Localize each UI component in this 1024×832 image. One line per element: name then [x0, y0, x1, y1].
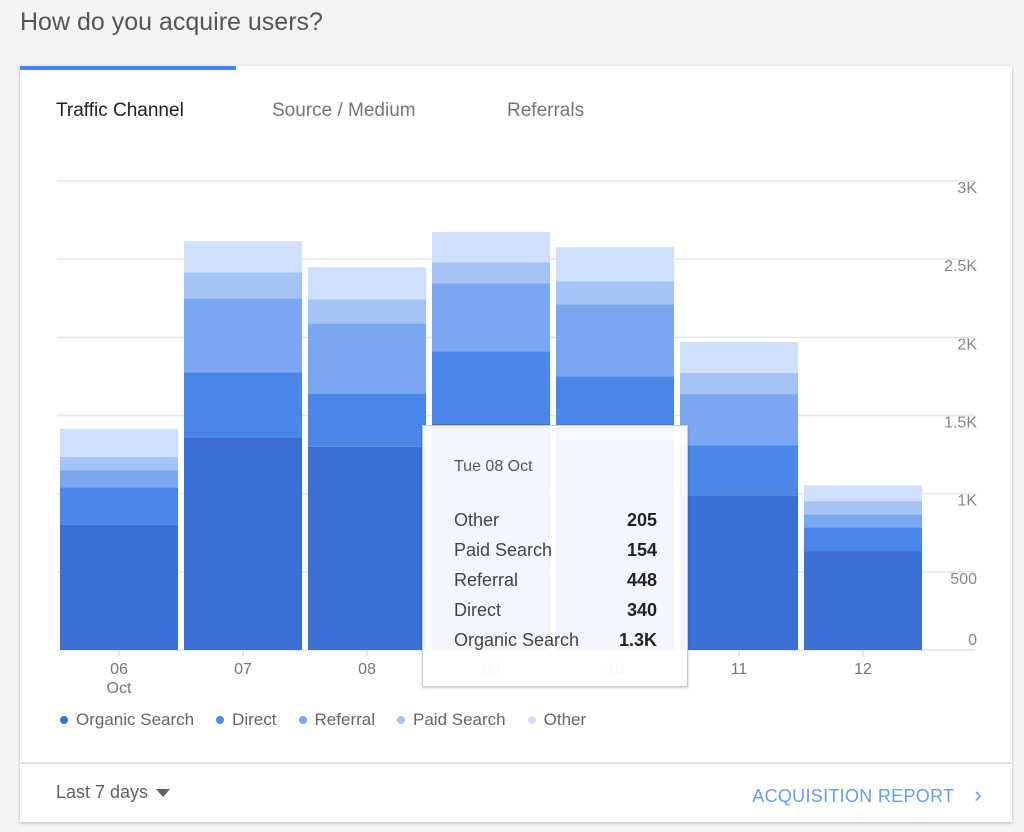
tooltip-value: 340 [626, 600, 657, 620]
chart-legend: Organic Search Direct Referral Paid Search O… [60, 710, 586, 730]
tooltip-label: Paid Search [454, 540, 553, 560]
tooltip-value: 1.3K [618, 630, 657, 650]
bar-segment-other [804, 485, 922, 502]
report-link-label: ACQUISITION REPORT [752, 786, 955, 806]
bar-segment-referral [804, 514, 922, 528]
date-range-label: Last 7 days [56, 782, 149, 802]
legend-dot-icon [298, 716, 307, 724]
legend-item[interactable]: Paid Search [397, 710, 506, 730]
bar-segment-direct [804, 527, 922, 552]
tooltip-label: Direct [454, 600, 502, 620]
bar-segment-referral [60, 470, 178, 488]
y-tick-label: 3K [957, 180, 977, 197]
bar-segment-other [308, 267, 426, 300]
bar-segment-paid-search [432, 262, 550, 284]
legend-label: Paid Search [413, 710, 506, 729]
bar-segment-organic-search [184, 437, 302, 650]
acquisition-card: Traffic Channel Source / Medium Referral… [20, 66, 1012, 822]
bar-segment-paid-search [804, 501, 922, 515]
tooltip-label: Other [454, 510, 500, 530]
legend-dot-icon [527, 716, 536, 724]
bar-segment-organic-search [804, 551, 922, 650]
legend-label: Other [543, 710, 587, 729]
bar-segment-direct [432, 351, 550, 424]
bar-segment-other [432, 232, 550, 263]
y-tick-label: 0 [968, 632, 977, 649]
tooltip-label: Organic Search [454, 630, 580, 650]
legend-label: Referral [314, 710, 375, 729]
page-title: How do you acquire users? [20, 8, 323, 36]
tooltip-row: Direct 340 [454, 600, 657, 621]
acquisition-report-link[interactable]: ACQUISITION REPORT › [752, 782, 982, 808]
tooltip-label: Referral [454, 570, 519, 590]
bar-segment-other [680, 342, 798, 373]
bar-segment-referral [556, 304, 674, 377]
y-tick-label: 1.5K [944, 415, 977, 432]
x-tick-label: 06 [110, 661, 128, 678]
date-range-dropdown[interactable]: Last 7 days [56, 782, 171, 803]
x-tick-label: 07 [234, 661, 252, 678]
bar-segment-paid-search [60, 456, 178, 471]
legend-label: Direct [232, 710, 277, 729]
x-tick-label: 08 [358, 661, 376, 678]
tooltip-date: Tue 08 Oct [454, 458, 533, 475]
chevron-right-icon: › [974, 782, 982, 807]
y-tick-label: 1K [957, 493, 977, 510]
bar-segment-direct [60, 487, 178, 525]
y-tick-label: 500 [950, 571, 977, 588]
bar-segment-paid-search [308, 299, 426, 324]
tooltip-row: Other 205 [454, 510, 657, 531]
bar-segment-other [556, 247, 674, 282]
bar-segment-direct [184, 372, 302, 438]
bar-segment-paid-search [184, 272, 302, 299]
tooltip-row: Referral 448 [454, 570, 657, 591]
x-tick-sublabel: Oct [107, 680, 132, 697]
x-tick-label: 12 [854, 661, 872, 678]
tooltip-value: 205 [626, 510, 657, 530]
bar-segment-referral [680, 394, 798, 446]
y-tick-label: 2.5K [944, 258, 977, 275]
bar-segment-organic-search [680, 495, 798, 650]
bar-segment-paid-search [680, 372, 798, 395]
bar-segment-paid-search [556, 281, 674, 305]
legend-dot-icon [216, 716, 225, 724]
bar-segment-other [60, 428, 178, 457]
caret-down-icon [156, 789, 171, 798]
bar-segment-direct [308, 393, 426, 447]
legend-item[interactable]: Organic Search [60, 710, 194, 730]
legend-dot-icon [397, 716, 405, 724]
chart-tooltip: Tue 08 Oct Other 205 Paid Search 154 Refer… [422, 425, 688, 687]
bar-segment-organic-search [60, 524, 178, 650]
bar-segment-other [184, 241, 302, 273]
card-footer: Last 7 days ACQUISITION REPORT › [20, 762, 1012, 822]
tooltip-value: 448 [626, 570, 657, 590]
legend-item[interactable]: Referral [298, 710, 375, 730]
bar-segment-referral [308, 323, 426, 394]
bar-segment-direct [680, 445, 798, 496]
tooltip-value: 154 [626, 540, 657, 560]
bar-segment-organic-search [308, 446, 426, 650]
x-tick-label: 11 [731, 661, 748, 678]
legend-item[interactable]: Other [527, 710, 587, 730]
tooltip-row: Paid Search 154 [454, 540, 657, 561]
legend-label: Organic Search [76, 710, 195, 729]
bar-segment-referral [432, 283, 550, 352]
bar-segment-referral [184, 298, 302, 373]
tooltip-row: Organic Search 1.3K [454, 630, 657, 651]
legend-dot-icon [60, 716, 68, 724]
legend-item[interactable]: Direct [216, 710, 277, 730]
y-tick-label: 2K [957, 336, 977, 353]
